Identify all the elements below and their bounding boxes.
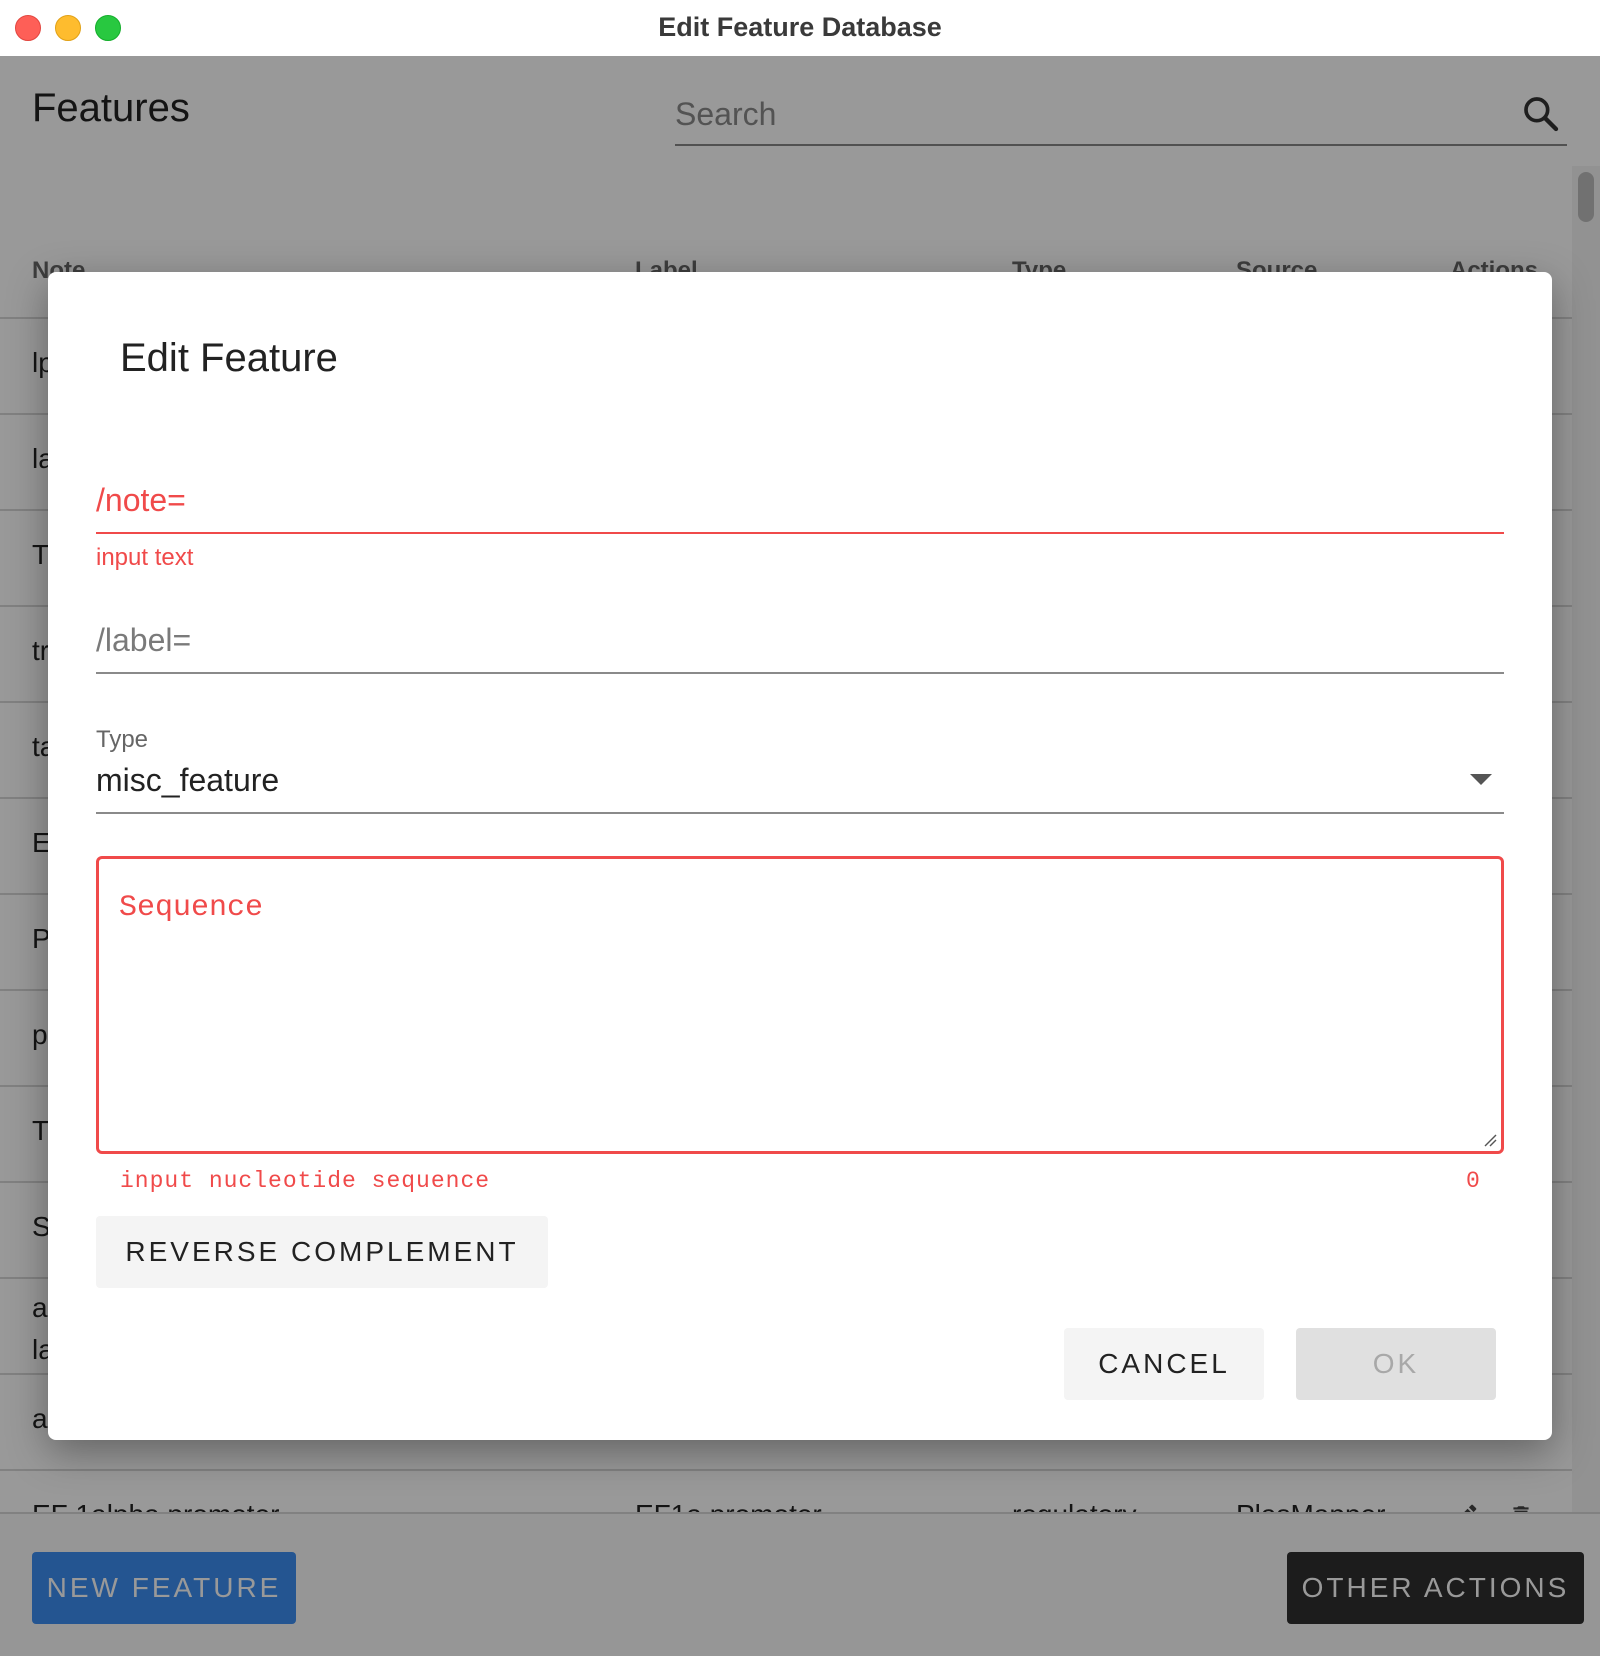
reverse-complement-button[interactable]: REVERSE COMPLEMENT bbox=[96, 1216, 548, 1288]
label-field bbox=[96, 592, 1504, 674]
type-selected-value: misc_feature bbox=[96, 762, 280, 798]
edit-feature-dialog: Edit Feature input text Type misc_featur… bbox=[48, 272, 1552, 1440]
dropdown-arrow-icon[interactable] bbox=[1470, 774, 1492, 785]
sequence-input[interactable] bbox=[119, 891, 1479, 1131]
note-field bbox=[96, 452, 1504, 534]
ok-button[interactable]: OK bbox=[1296, 1328, 1496, 1400]
window-title: Edit Feature Database bbox=[658, 12, 942, 42]
sequence-helper-text: input nucleotide sequence bbox=[120, 1168, 491, 1194]
dialog-title: Edit Feature bbox=[120, 336, 338, 380]
type-caption: Type bbox=[96, 726, 149, 753]
type-select[interactable]: Type misc_feature bbox=[96, 720, 1504, 814]
label-input[interactable] bbox=[96, 616, 1504, 664]
sequence-character-count: 0 bbox=[1466, 1168, 1480, 1194]
sequence-field bbox=[96, 856, 1504, 1154]
window-titlebar: Edit Feature Database bbox=[0, 0, 1600, 56]
note-input[interactable] bbox=[96, 476, 1504, 524]
note-helper-text: input text bbox=[96, 544, 194, 571]
resize-handle-icon[interactable] bbox=[1483, 1133, 1497, 1147]
cancel-button[interactable]: CANCEL bbox=[1064, 1328, 1264, 1400]
